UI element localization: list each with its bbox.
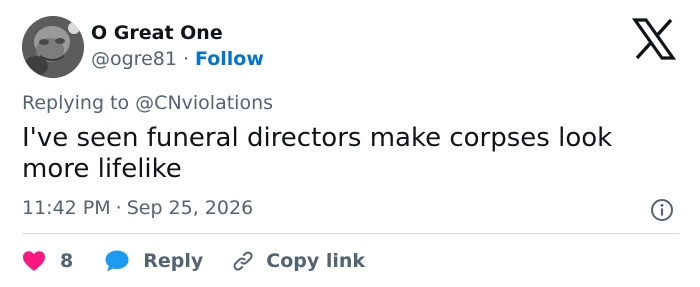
tweet-embed-card: O Great One @ogre81 · Follow Replying to @… xyxy=(0,0,700,287)
tweet-time: 11:42 PM xyxy=(22,197,111,219)
info-icon[interactable] xyxy=(650,198,674,222)
handle-separator: · xyxy=(182,48,189,70)
tweet-timestamp[interactable]: 11:42 PM · Sep 25, 2026 xyxy=(22,197,253,219)
follow-link[interactable]: Follow xyxy=(195,48,264,70)
x-logo-icon[interactable] xyxy=(631,18,677,60)
author-handle-line: @ogre81 · Follow xyxy=(91,48,264,70)
copy-link-button[interactable]: Copy link xyxy=(231,249,365,273)
copy-link-label: Copy link xyxy=(266,250,366,272)
timestamp-separator: · xyxy=(115,197,122,219)
like-count: 8 xyxy=(60,250,74,272)
link-icon xyxy=(233,251,253,271)
reply-context: Replying to @CNviolations xyxy=(22,92,273,114)
avatar-photo xyxy=(22,16,84,78)
reply-context-mention[interactable]: @CNviolations xyxy=(135,92,273,114)
reply-label: Reply xyxy=(143,250,204,272)
reply-context-prefix: Replying to xyxy=(22,92,130,114)
author-handle[interactable]: @ogre81 xyxy=(91,48,177,70)
reply-button[interactable]: Reply xyxy=(104,249,203,273)
tweet-date: Sep 25, 2026 xyxy=(126,197,254,219)
actions-divider xyxy=(22,233,679,234)
like-button[interactable]: 8 xyxy=(22,250,73,272)
author-avatar[interactable] xyxy=(22,16,84,78)
author-name[interactable]: O Great One xyxy=(91,22,223,44)
speech-bubble-icon xyxy=(105,250,129,272)
heart-icon xyxy=(23,251,45,271)
tweet-text: I've seen funeral directors make corpses… xyxy=(22,123,613,184)
action-bar: 8 Reply Copy link xyxy=(22,246,365,276)
